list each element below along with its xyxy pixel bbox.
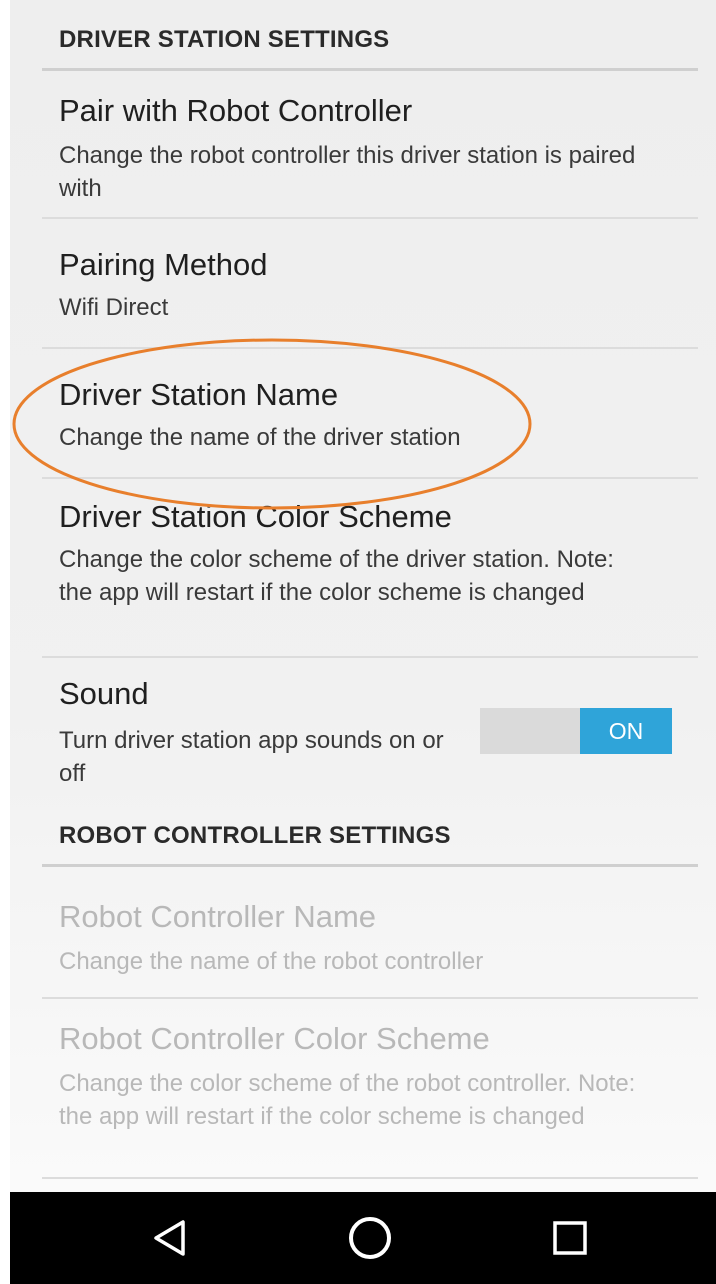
recents-icon xyxy=(553,1221,587,1255)
home-icon xyxy=(349,1217,391,1259)
navigation-bar xyxy=(10,1192,716,1284)
sound-toggle-switch[interactable]: ON xyxy=(480,708,672,754)
pref-title: Robot Controller Name xyxy=(59,899,377,934)
pref-summary: Change the color scheme of the driver st… xyxy=(59,546,614,606)
pref-summary: Wifi Direct xyxy=(59,294,169,321)
pref-pairing-method[interactable]: Pairing Method Wifi Direct xyxy=(42,219,698,349)
pref-summary: Change the robot controller this driver … xyxy=(59,142,636,202)
pref-title: Pairing Method xyxy=(59,247,268,282)
pref-summary: Turn driver station app sounds on or off xyxy=(59,727,444,787)
home-button[interactable] xyxy=(320,1192,420,1284)
pref-summary: Change the name of the robot controller xyxy=(59,948,484,975)
toggle-on-label: ON xyxy=(580,708,672,754)
pref-title: Pair with Robot Controller xyxy=(59,93,413,128)
settings-screen: DRIVER STATION SETTINGS Pair with Robot … xyxy=(10,0,716,1192)
pref-driver-station-color-scheme[interactable]: Driver Station Color Scheme Change the c… xyxy=(42,479,698,658)
back-button[interactable] xyxy=(120,1192,220,1284)
pref-summary: Change the color scheme of the robot con… xyxy=(59,1070,636,1130)
pref-title: Driver Station Color Scheme xyxy=(59,499,452,534)
pref-pair-with-robot-controller[interactable]: Pair with Robot Controller Change the ro… xyxy=(42,71,698,219)
pref-title: Sound xyxy=(59,676,149,711)
section-header-label: DRIVER STATION SETTINGS xyxy=(59,26,390,53)
back-icon xyxy=(154,1220,185,1256)
robot-controller-settings-header: ROBOT CONTROLLER SETTINGS xyxy=(42,800,698,867)
driver-station-settings-header: DRIVER STATION SETTINGS xyxy=(42,0,698,71)
section-header-label: ROBOT CONTROLLER SETTINGS xyxy=(59,822,451,849)
pref-title: Driver Station Name xyxy=(59,377,339,412)
pref-robot-controller-color-scheme[interactable]: Robot Controller Color Scheme Change the… xyxy=(42,999,698,1179)
pref-driver-station-name[interactable]: Driver Station Name Change the name of t… xyxy=(42,349,698,479)
pref-robot-controller-name[interactable]: Robot Controller Name Change the name of… xyxy=(42,867,698,999)
recents-button[interactable] xyxy=(520,1192,620,1284)
pref-title: Robot Controller Color Scheme xyxy=(59,1021,490,1056)
pref-summary: Change the name of the driver station xyxy=(59,424,461,451)
